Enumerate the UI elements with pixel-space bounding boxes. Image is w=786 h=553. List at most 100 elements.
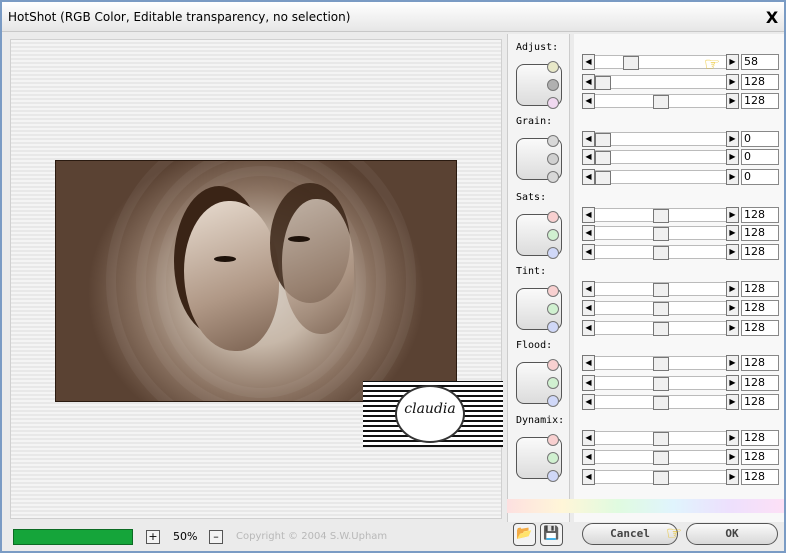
slider-thumb[interactable]	[653, 283, 669, 297]
channel-knob-icon[interactable]	[547, 97, 559, 109]
open-folder-icon[interactable]: 📂	[513, 523, 536, 546]
slider-value-input[interactable]: 0	[741, 149, 779, 165]
slider-right-arrow-icon[interactable]: ▶	[726, 320, 739, 336]
slider-left-arrow-icon[interactable]: ◀	[582, 93, 595, 109]
slider-right-arrow-icon[interactable]: ▶	[726, 449, 739, 465]
slider-track[interactable]	[595, 94, 726, 109]
slider-thumb[interactable]	[653, 227, 669, 241]
slider-right-arrow-icon[interactable]: ▶	[726, 394, 739, 410]
slider-right-arrow-icon[interactable]: ▶	[726, 300, 739, 316]
slider-value-input[interactable]: 128	[741, 394, 779, 410]
slider-left-arrow-icon[interactable]: ◀	[582, 74, 595, 90]
slider-left-arrow-icon[interactable]: ◀	[582, 355, 595, 371]
slider-thumb[interactable]	[653, 209, 669, 223]
slider-value-input[interactable]: 58	[741, 54, 779, 70]
channel-knob-icon[interactable]	[547, 61, 559, 73]
slider-right-arrow-icon[interactable]: ▶	[726, 149, 739, 165]
slider-thumb[interactable]	[653, 246, 669, 260]
slider-left-arrow-icon[interactable]: ◀	[582, 430, 595, 446]
close-icon[interactable]: X	[764, 10, 780, 26]
slider-right-arrow-icon[interactable]: ▶	[726, 244, 739, 260]
slider-left-arrow-icon[interactable]: ◀	[582, 149, 595, 165]
slider-left-arrow-icon[interactable]: ◀	[582, 54, 595, 70]
slider-value-input[interactable]: 0	[741, 131, 779, 147]
slider-track[interactable]	[595, 301, 726, 316]
slider-thumb[interactable]	[595, 171, 611, 185]
slider-thumb[interactable]	[623, 56, 639, 70]
slider-value-input[interactable]: 128	[741, 244, 779, 260]
slider-track[interactable]	[595, 431, 726, 446]
slider-value-input[interactable]: 128	[741, 93, 779, 109]
channel-knob-icon[interactable]	[547, 211, 559, 223]
slider-track[interactable]	[595, 170, 726, 185]
slider-thumb[interactable]	[653, 432, 669, 446]
slider-track[interactable]	[595, 282, 726, 297]
slider-right-arrow-icon[interactable]: ▶	[726, 430, 739, 446]
slider-left-arrow-icon[interactable]: ◀	[582, 131, 595, 147]
slider-value-input[interactable]: 128	[741, 449, 779, 465]
slider-track[interactable]	[595, 150, 726, 165]
slider-left-arrow-icon[interactable]: ◀	[582, 320, 595, 336]
slider-value-input[interactable]: 0	[741, 169, 779, 185]
slider-right-arrow-icon[interactable]: ▶	[726, 375, 739, 391]
slider-thumb[interactable]	[653, 396, 669, 410]
slider-track[interactable]	[595, 470, 726, 485]
slider-value-input[interactable]: 128	[741, 320, 779, 336]
slider-thumb[interactable]	[653, 451, 669, 465]
zoom-out-button[interactable]: –	[209, 530, 223, 544]
slider-right-arrow-icon[interactable]: ▶	[726, 355, 739, 371]
slider-left-arrow-icon[interactable]: ◀	[582, 207, 595, 223]
slider-left-arrow-icon[interactable]: ◀	[582, 394, 595, 410]
slider-thumb[interactable]	[653, 95, 669, 109]
slider-value-input[interactable]: 128	[741, 281, 779, 297]
slider-track[interactable]	[595, 395, 726, 410]
channel-knob-icon[interactable]	[547, 452, 559, 464]
channel-knob-icon[interactable]	[547, 171, 559, 183]
slider-value-input[interactable]: 128	[741, 74, 779, 90]
slider-left-arrow-icon[interactable]: ◀	[582, 300, 595, 316]
ok-button[interactable]: OK	[686, 523, 778, 545]
slider-track[interactable]	[595, 226, 726, 241]
slider-thumb[interactable]	[595, 76, 611, 90]
slider-track[interactable]	[595, 245, 726, 260]
slider-track[interactable]	[595, 132, 726, 147]
slider-value-input[interactable]: 128	[741, 469, 779, 485]
slider-thumb[interactable]	[595, 133, 611, 147]
channel-knob-icon[interactable]	[547, 285, 559, 297]
slider-track[interactable]	[595, 75, 726, 90]
slider-value-input[interactable]: 128	[741, 375, 779, 391]
image-preview[interactable]: claudia	[10, 39, 503, 519]
channel-knob-icon[interactable]	[547, 247, 559, 259]
slider-right-arrow-icon[interactable]: ▶	[726, 469, 739, 485]
slider-right-arrow-icon[interactable]: ▶	[726, 131, 739, 147]
slider-left-arrow-icon[interactable]: ◀	[582, 169, 595, 185]
slider-value-input[interactable]: 128	[741, 300, 779, 316]
slider-right-arrow-icon[interactable]: ▶	[726, 207, 739, 223]
slider-left-arrow-icon[interactable]: ◀	[582, 449, 595, 465]
slider-right-arrow-icon[interactable]: ▶	[726, 225, 739, 241]
slider-left-arrow-icon[interactable]: ◀	[582, 225, 595, 241]
channel-knob-icon[interactable]	[547, 395, 559, 407]
channel-knob-icon[interactable]	[547, 135, 559, 147]
cancel-button[interactable]: Cancel	[582, 523, 678, 545]
slider-right-arrow-icon[interactable]: ▶	[726, 169, 739, 185]
slider-value-input[interactable]: 128	[741, 430, 779, 446]
slider-left-arrow-icon[interactable]: ◀	[582, 469, 595, 485]
slider-left-arrow-icon[interactable]: ◀	[582, 375, 595, 391]
slider-thumb[interactable]	[653, 302, 669, 316]
zoom-in-button[interactable]: +	[146, 530, 160, 544]
channel-knob-icon[interactable]	[547, 153, 559, 165]
slider-value-input[interactable]: 128	[741, 355, 779, 371]
slider-track[interactable]	[595, 208, 726, 223]
slider-thumb[interactable]	[595, 151, 611, 165]
slider-value-input[interactable]: 128	[741, 225, 779, 241]
slider-track[interactable]	[595, 321, 726, 336]
slider-right-arrow-icon[interactable]: ▶	[726, 93, 739, 109]
slider-track[interactable]	[595, 356, 726, 371]
slider-track[interactable]	[595, 376, 726, 391]
channel-knob-icon[interactable]	[547, 79, 559, 91]
slider-thumb[interactable]	[653, 357, 669, 371]
slider-thumb[interactable]	[653, 322, 669, 336]
channel-knob-icon[interactable]	[547, 470, 559, 482]
channel-knob-icon[interactable]	[547, 434, 559, 446]
